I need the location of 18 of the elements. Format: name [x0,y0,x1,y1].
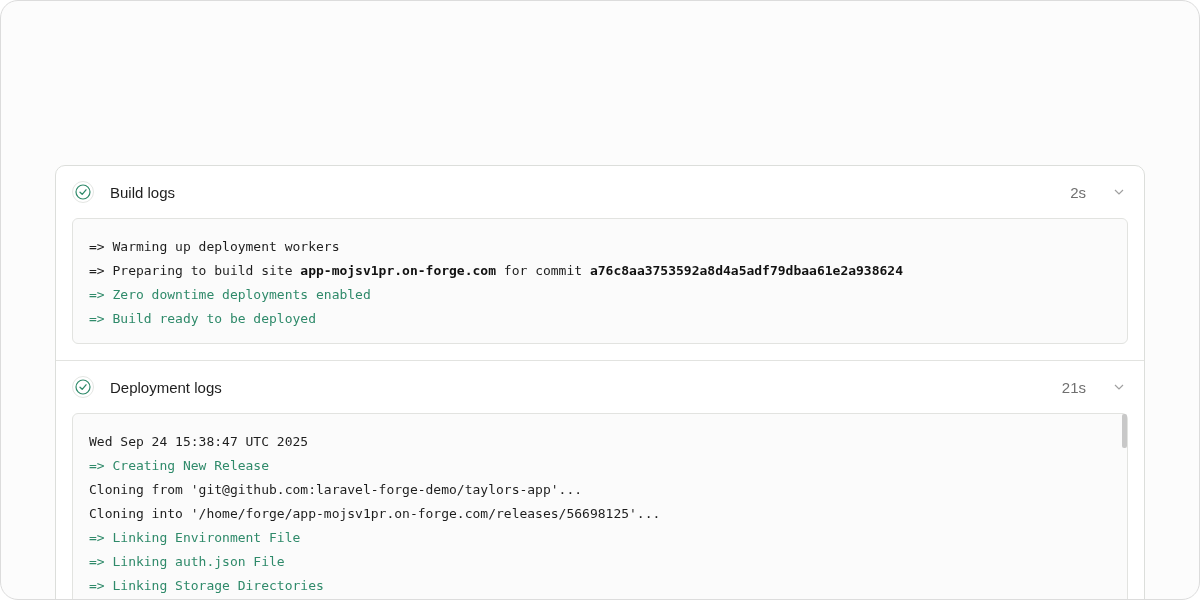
scrollbar-thumb[interactable] [1122,414,1127,448]
log-line: => Linking Environment File [89,529,302,547]
log-line: => Creating New Release [89,457,270,475]
log-line: => Preparing to build site app-mojsv1pr.on-forge.com for commit a76c8aa3753592a8d4a5adf79dbaa61e2a938624 [89,262,904,280]
log-line: => Linking Storage Directories [89,577,325,595]
log-line: Cloning from 'git@github.com:laravel-forge-demo/taylors-app'... [89,481,584,499]
chevron-icon[interactable] [1114,384,1124,390]
log-line: Wed Sep 24 15:38:47 UTC 2025 [89,433,310,451]
section-title: Build logs [110,183,177,201]
section-title: Deployment logs [110,378,223,396]
log-line: Cloning into '/home/forge/app-mojsv1pr.on-forge.com/releases/56698125'... [89,505,662,523]
log-line: => Linking auth.json File [89,553,286,571]
duration: 2s [1070,183,1086,201]
duration: 21s [1061,378,1086,396]
chevron-icon[interactable] [1114,189,1124,195]
log-line: => Warming up deployment workers [89,238,341,256]
log-line: => Zero downtime deployments enabled [89,286,372,304]
log-line: => Build ready to be deployed [89,310,317,328]
